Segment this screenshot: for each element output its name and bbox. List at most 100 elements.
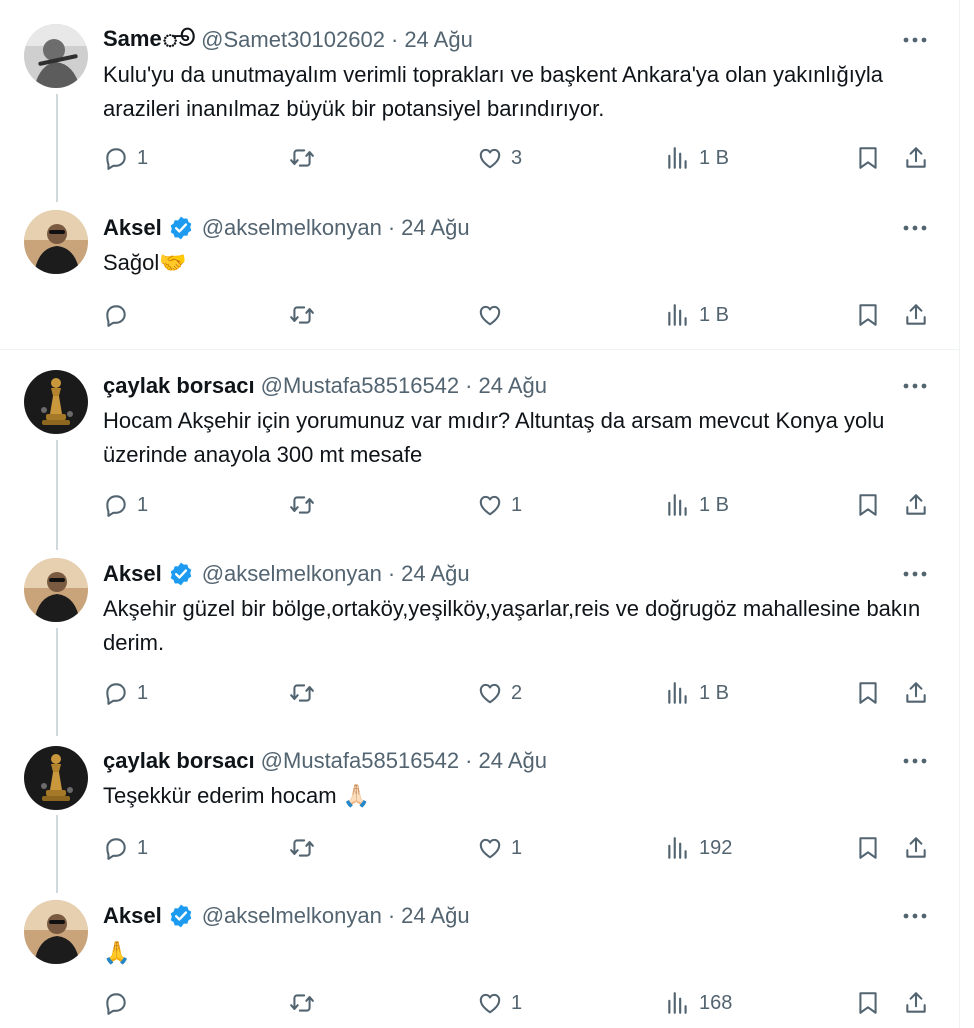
more-options-icon[interactable]: [900, 214, 930, 242]
share-button[interactable]: [903, 489, 929, 521]
retweet-button[interactable]: [289, 489, 323, 521]
tweet[interactable]: Sameூ @Samet30102602 · 24 Ağu Kulu'yu da…: [0, 0, 960, 190]
views-button[interactable]: 1 B: [665, 142, 729, 174]
heart-icon: [479, 305, 501, 326]
like-button[interactable]: [477, 299, 511, 331]
more-options-icon[interactable]: [900, 902, 930, 930]
views-button[interactable]: 1 B: [665, 489, 729, 521]
avatar[interactable]: [24, 370, 88, 434]
tweet-text: Kulu'yu da unutmayalım verimli topraklar…: [103, 62, 884, 121]
bookmark-button[interactable]: [855, 142, 881, 174]
separator-dot: ·: [465, 748, 473, 773]
verified-badge-icon[interactable]: [168, 903, 194, 929]
reply-icon: [106, 305, 126, 327]
avatar[interactable]: [24, 746, 88, 810]
retweet-button[interactable]: [289, 832, 323, 864]
reply-count: 1: [137, 493, 149, 516]
reply-count: 1: [137, 681, 149, 704]
heart-icon: [479, 838, 501, 859]
share-icon: [906, 682, 926, 703]
reply-count: 1: [137, 146, 149, 169]
more-options-icon[interactable]: [900, 560, 930, 588]
reply-button[interactable]: 1: [103, 832, 148, 864]
views-button[interactable]: 1 B: [665, 299, 729, 331]
separator-dot: ·: [465, 373, 473, 398]
tweet-date[interactable]: 24 Ağu: [401, 215, 470, 241]
view-count: 1 B: [699, 681, 730, 704]
reply-button[interactable]: 1: [103, 489, 148, 521]
bookmark-button[interactable]: [855, 299, 881, 331]
share-button[interactable]: [903, 142, 929, 174]
like-button[interactable]: 2: [477, 677, 522, 709]
share-button[interactable]: [903, 299, 929, 331]
display-name[interactable]: çaylak borsacı: [103, 748, 255, 774]
views-button[interactable]: 168: [665, 987, 732, 1019]
tweet-date[interactable]: 24 Ağu: [478, 373, 547, 399]
verified-badge-icon[interactable]: [168, 215, 194, 241]
retweet-button[interactable]: [289, 987, 323, 1019]
avatar[interactable]: [24, 210, 88, 274]
display-name[interactable]: çaylak borsacı: [103, 373, 255, 399]
tweet[interactable]: Aksel @akselmelkonyan · 24 Ağu Akşehir g…: [0, 540, 960, 730]
reply-button[interactable]: 1: [103, 142, 148, 174]
retweet-button[interactable]: [289, 677, 323, 709]
retweet-button[interactable]: [289, 142, 323, 174]
display-name[interactable]: Aksel: [103, 561, 162, 587]
display-name[interactable]: Aksel: [103, 903, 162, 929]
bookmark-button[interactable]: [855, 832, 881, 864]
more-options-icon[interactable]: [900, 372, 930, 400]
bookmark-button[interactable]: [855, 677, 881, 709]
display-name[interactable]: Aksel: [103, 215, 162, 241]
more-options-icon[interactable]: [900, 747, 930, 775]
conversation-feed: Sameூ @Samet30102602 · 24 Ağu Kulu'yu da…: [0, 0, 960, 1028]
avatar[interactable]: [24, 24, 88, 88]
analytics-icon: [668, 494, 687, 516]
tweet-date[interactable]: 24 Ağu: [401, 561, 470, 587]
tweet[interactable]: çaylak borsacı @Mustafa58516542 · 24 Ağu…: [0, 350, 960, 540]
user-handle[interactable]: @akselmelkonyan: [202, 215, 382, 241]
verified-badge-icon[interactable]: [168, 561, 194, 587]
views-button[interactable]: 192: [665, 832, 732, 864]
reply-count: 1: [137, 836, 149, 859]
tweet-date[interactable]: 24 Ağu: [404, 27, 473, 53]
like-button[interactable]: 3: [477, 142, 522, 174]
like-button[interactable]: 1: [477, 832, 522, 864]
share-button[interactable]: [903, 832, 929, 864]
bookmark-icon: [859, 992, 877, 1014]
tweet[interactable]: Aksel @akselmelkonyan · 24 Ağu Sağol🤝 1 …: [0, 190, 960, 348]
like-button[interactable]: 1: [477, 489, 522, 521]
reply-button[interactable]: 1: [103, 677, 148, 709]
retweet-button[interactable]: [289, 299, 323, 331]
reply-button[interactable]: [103, 299, 137, 331]
share-button[interactable]: [903, 987, 929, 1019]
retweet-icon: [290, 994, 314, 1012]
reply-icon: [106, 683, 126, 705]
user-handle[interactable]: @akselmelkonyan: [202, 561, 382, 587]
user-handle[interactable]: @Samet30102602: [201, 27, 385, 53]
tweet-actions: 1 1 1 B: [103, 489, 943, 521]
avatar[interactable]: [24, 900, 88, 964]
tweet-date[interactable]: 24 Ağu: [401, 903, 470, 929]
user-handle[interactable]: @Mustafa58516542: [261, 373, 459, 399]
heart-icon: [479, 148, 501, 169]
user-handle[interactable]: @akselmelkonyan: [202, 903, 382, 929]
bookmark-button[interactable]: [855, 987, 881, 1019]
separator-dot: ·: [387, 215, 396, 240]
share-icon: [906, 147, 926, 168]
analytics-icon: [668, 304, 687, 326]
analytics-icon: [668, 682, 687, 704]
tweet[interactable]: çaylak borsacı @Mustafa58516542 · 24 Ağu…: [0, 730, 960, 890]
reply-button[interactable]: [103, 987, 137, 1019]
avatar[interactable]: [24, 558, 88, 622]
more-options-icon[interactable]: [900, 26, 930, 54]
bookmark-icon: [859, 304, 877, 326]
tweet[interactable]: Aksel @akselmelkonyan · 24 Ağu 🙏 1 168: [0, 890, 960, 1028]
bookmark-button[interactable]: [855, 489, 881, 521]
share-button[interactable]: [903, 677, 929, 709]
tweet-date[interactable]: 24 Ağu: [478, 748, 547, 774]
like-button[interactable]: 1: [477, 987, 522, 1019]
reply-icon: [106, 495, 126, 517]
user-handle[interactable]: @Mustafa58516542: [261, 748, 459, 774]
display-name[interactable]: Sameூ: [103, 26, 195, 55]
views-button[interactable]: 1 B: [665, 677, 729, 709]
